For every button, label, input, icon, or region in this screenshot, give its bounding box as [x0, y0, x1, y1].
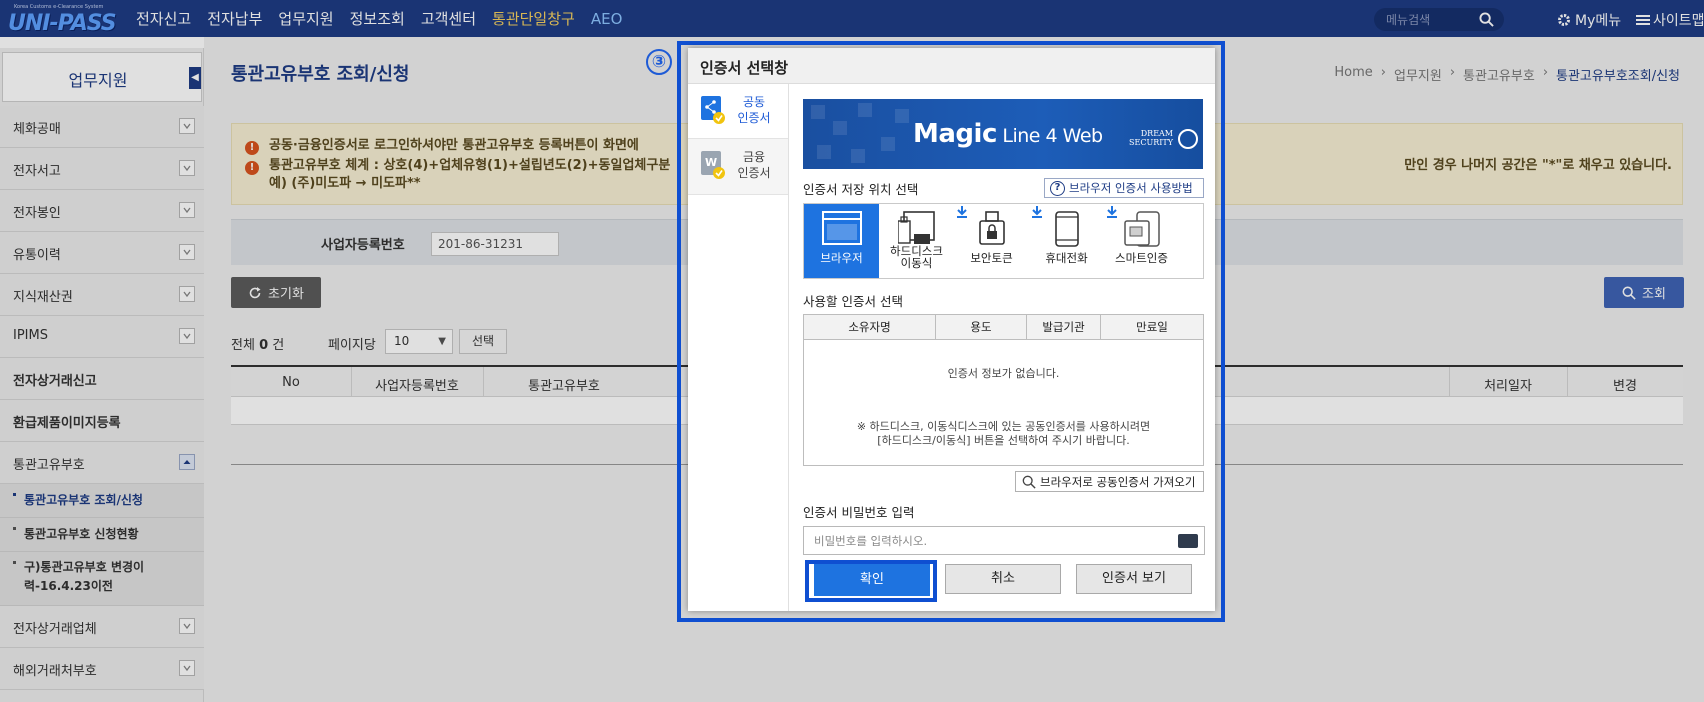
step-number-badge: ③: [646, 49, 672, 75]
location-security-token[interactable]: 보안토큰: [954, 204, 1042, 278]
location-hard-disk[interactable]: 하드디스크 이동식: [879, 204, 967, 278]
virtual-keyboard-icon[interactable]: [1178, 534, 1198, 548]
tab-label: 공동 인증서: [737, 95, 771, 125]
cancel-button[interactable]: 취소: [945, 564, 1061, 594]
svg-text:W: W: [705, 156, 717, 169]
browser-cert-help-button[interactable]: ? 브라우저 인증서 사용방법: [1044, 178, 1204, 198]
view-certificate-button[interactable]: 인증서 보기: [1076, 564, 1192, 594]
password-label: 인증서 비밀번호 입력: [803, 505, 915, 520]
search-icon: [1022, 475, 1036, 489]
question-icon: ?: [1050, 180, 1065, 196]
select-certificate-label: 사용할 인증서 선택: [803, 294, 903, 309]
confirm-button[interactable]: 확인: [814, 564, 930, 596]
dreamsecurity-seal-icon: [1178, 129, 1198, 149]
tab-label: 금융 인증서: [737, 150, 771, 180]
help-label: 브라우저 인증서 사용방법: [1069, 181, 1193, 195]
column-header: 발급기관: [1026, 315, 1100, 340]
security-token-icon: [978, 211, 1005, 245]
column-header: 소유자명: [804, 315, 935, 340]
wallet-cert-icon: W: [701, 151, 725, 179]
column-header: 용도: [935, 315, 1026, 340]
password-field: [803, 526, 1205, 555]
import-to-browser-button[interactable]: 브라우저로 공동인증서 가져오기: [1015, 471, 1204, 492]
certificate-table: 소유자명 용도 발급기관 만료일 인증서 정보가 없습니다. ※ 하드디스크, …: [803, 314, 1204, 466]
certificate-dialog: 인증서 선택창 공동 인증서 W 금융 인증서 Magic Line 4 Web D…: [688, 48, 1215, 611]
dialog-title: 인증서 선택창: [700, 59, 789, 77]
cert-type-tabs: 공동 인증서 W 금융 인증서: [688, 84, 789, 611]
banner-pattern: [817, 145, 831, 159]
import-label: 브라우저로 공동인증서 가져오기: [1040, 474, 1196, 489]
hard-disk-note: ※ 하드디스크, 이동식디스크에 있는 공동인증서를 사용하시려면 [하드디스크/…: [856, 420, 1151, 447]
password-input[interactable]: [814, 532, 1144, 550]
location-browser[interactable]: 브라우저: [804, 204, 879, 278]
location-label: 휴대전화: [1045, 251, 1088, 265]
banner-title: Magic Line 4 Web: [913, 119, 1103, 149]
location-label: 브라우저: [820, 251, 863, 265]
banner-pattern: [881, 137, 895, 151]
location-label: 보안토큰: [970, 251, 1013, 265]
location-smart-auth[interactable]: 스마트인증: [1104, 204, 1179, 278]
banner-pattern: [851, 149, 865, 163]
dialog-titlebar: 인증서 선택창: [688, 48, 1215, 84]
banner-pattern: [895, 109, 909, 123]
tab-joint-certificate[interactable]: 공동 인증서: [688, 84, 788, 139]
mobile-phone-icon: [1054, 211, 1079, 247]
magicline-banner: Magic Line 4 Web DREAM SECURITY: [803, 99, 1203, 169]
hard-disk-usb-icon: [897, 211, 935, 244]
empty-message: 인증서 정보가 없습니다.: [947, 367, 1060, 380]
tab-financial-certificate[interactable]: W 금융 인증서: [688, 139, 788, 195]
browser-window-icon: [821, 211, 862, 245]
location-label: 스마트인증: [1115, 251, 1168, 265]
dreamsecurity-logo: DREAM SECURITY: [1129, 129, 1173, 147]
column-header: 만료일: [1100, 315, 1203, 340]
location-mobile-phone[interactable]: 휴대전화: [1029, 204, 1117, 278]
location-label: 하드디스크 이동식: [890, 244, 943, 270]
smart-cert-icon: [1123, 211, 1160, 247]
storage-location-selector: 브라우저 하드디스크 이동식 보안토큰 휴대전화 스마트인증: [803, 203, 1204, 279]
banner-pattern: [811, 105, 825, 119]
share-cert-icon: [701, 96, 725, 124]
storage-location-label: 인증서 저장 위치 선택: [803, 182, 919, 197]
banner-pattern: [833, 121, 847, 135]
banner-pattern: [858, 103, 872, 117]
